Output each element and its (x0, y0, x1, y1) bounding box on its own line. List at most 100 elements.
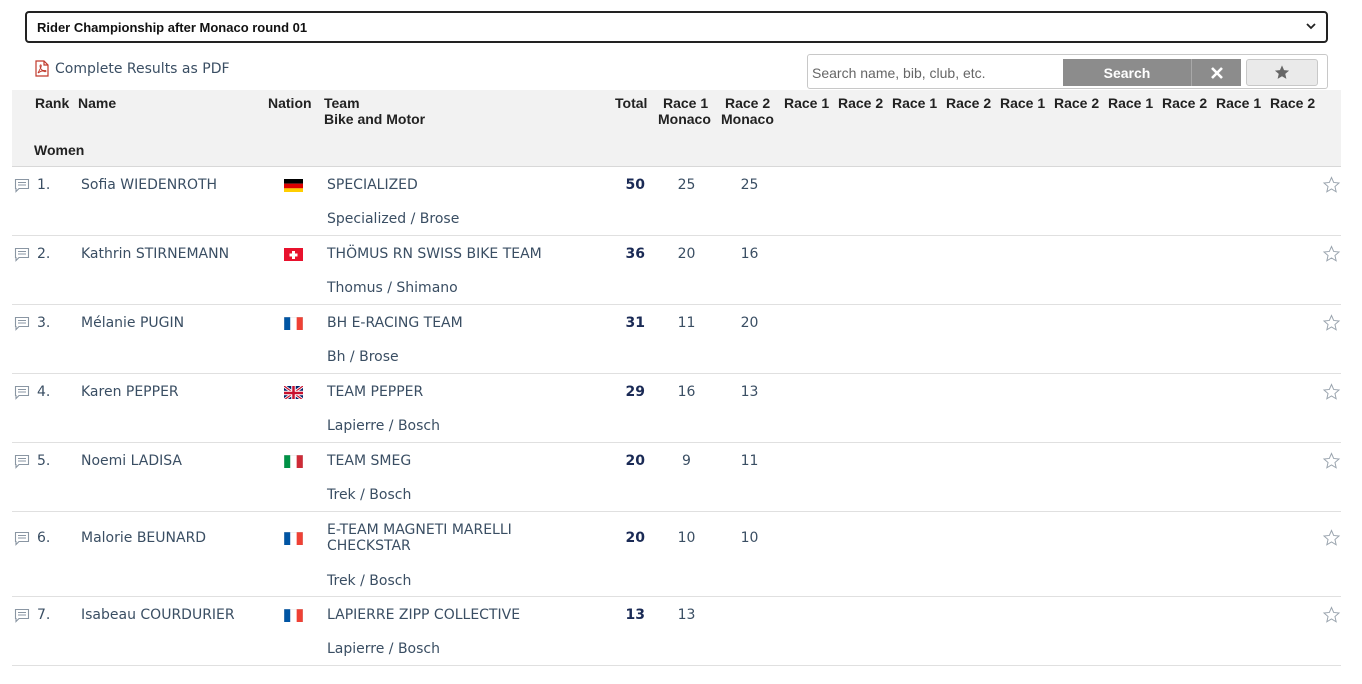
team-name-line: TEAM SMEG (327, 453, 412, 469)
favorite-button[interactable] (1322, 606, 1341, 628)
championship-select-value: Rider Championship after Monaco round 01 (37, 20, 308, 35)
race1-points: 16 (677, 384, 696, 400)
favorites-filter-button[interactable] (1246, 59, 1318, 86)
total-points: 13 (625, 607, 645, 623)
comment-button[interactable] (14, 247, 30, 266)
comment-button[interactable] (14, 531, 30, 550)
nation-flag-fra (284, 608, 303, 622)
star-outline-icon (1322, 176, 1341, 193)
total-points: 20 (625, 530, 645, 546)
rider-name[interactable]: Sofia WIEDENROTH (81, 177, 217, 193)
comment-button[interactable] (14, 454, 30, 473)
col-extra-race[interactable]: Race 1 (1216, 95, 1261, 111)
team-name: SPECIALIZED (327, 177, 418, 193)
table-row[interactable]: 4. Karen PEPPER TEAM PEPPER Lapierre / Bosc… (12, 374, 1341, 443)
star-outline-icon (1322, 245, 1341, 262)
comment-button[interactable] (14, 608, 30, 627)
comment-button[interactable] (14, 385, 30, 404)
total-points: 36 (625, 246, 645, 262)
rider-name[interactable]: Noemi LADISA (81, 453, 182, 469)
pdf-results-link[interactable]: Complete Results as PDF (34, 60, 230, 77)
nation-flag-sui (284, 247, 303, 261)
table-row[interactable]: 5. Noemi LADISA TEAM SMEG Trek / Bosch 20 9 11 (12, 443, 1341, 512)
race1-points: 10 (677, 530, 696, 546)
rank: 5. (37, 453, 51, 469)
col-bike: Bike and Motor (324, 111, 426, 127)
favorite-button[interactable] (1322, 176, 1341, 198)
star-outline-icon (1322, 383, 1341, 400)
team-name-line: THÖMUS RN SWISS BIKE TEAM (327, 246, 542, 262)
team-name-line: E-TEAM MAGNETI MARELLI (327, 522, 512, 538)
rider-name[interactable]: Kathrin STIRNEMANN (81, 246, 229, 262)
table-row[interactable]: 3. Mélanie PUGIN BH E-RACING TEAM Bh / Bros… (12, 305, 1341, 374)
clear-search-button[interactable] (1191, 59, 1241, 86)
table-row[interactable]: 2. Kathrin STIRNEMANN THÖMUS RN SWISS BIKE… (12, 236, 1341, 305)
col-race2-venue: Monaco (721, 111, 774, 127)
total-points: 50 (625, 177, 645, 193)
team-name: E-TEAM MAGNETI MARELLI CHECKSTAR (327, 522, 512, 554)
col-extra-race[interactable]: Race 1 (1000, 95, 1045, 111)
team-name-line: CHECKSTAR (327, 538, 411, 554)
table-row[interactable]: 7. Isabeau COURDURIER LAPIERRE ZIPP COLLEC… (12, 597, 1341, 666)
pdf-link-label: Complete Results as PDF (55, 60, 230, 77)
nation-flag-ger (284, 178, 303, 192)
rank: 6. (37, 530, 51, 546)
comment-icon (14, 316, 30, 331)
col-race1[interactable]: Race 1 (663, 95, 708, 111)
col-nation[interactable]: Nation (268, 95, 312, 111)
search-input[interactable] (812, 59, 1062, 86)
table-row[interactable]: 6. Malorie BEUNARD E-TEAM MAGNETI MARELLI C… (12, 512, 1341, 597)
col-extra-race[interactable]: Race 1 (1108, 95, 1153, 111)
col-extra-race[interactable]: Race 1 (892, 95, 937, 111)
nation-flag-ita (284, 454, 303, 468)
race2-points: 16 (740, 246, 759, 262)
championship-select[interactable]: Rider Championship after Monaco round 01 (25, 11, 1328, 43)
bike-and-motor: Trek / Bosch (327, 487, 412, 503)
favorite-button[interactable] (1322, 383, 1341, 405)
col-total[interactable]: Total (615, 95, 647, 111)
comment-button[interactable] (14, 316, 30, 335)
comment-icon (14, 385, 30, 400)
col-team[interactable]: Team (324, 95, 360, 111)
col-race2[interactable]: Race 2 (725, 95, 770, 111)
team-name-line: BH E-RACING TEAM (327, 315, 463, 331)
col-extra-race[interactable]: Race 2 (838, 95, 883, 111)
comment-icon (14, 178, 30, 193)
team-name-line: SPECIALIZED (327, 177, 418, 193)
pdf-file-icon (35, 60, 49, 77)
col-extra-race[interactable]: Race 2 (946, 95, 991, 111)
bike-and-motor: Lapierre / Bosch (327, 418, 440, 434)
favorite-button[interactable] (1322, 452, 1341, 474)
favorite-button[interactable] (1322, 245, 1341, 267)
rank: 1. (37, 177, 51, 193)
rider-name[interactable]: Mélanie PUGIN (81, 315, 184, 331)
total-points: 29 (625, 384, 645, 400)
team-name: TEAM PEPPER (327, 384, 423, 400)
search-bar: Search (807, 54, 1328, 89)
col-extra-race[interactable]: Race 2 (1162, 95, 1207, 111)
race2-points: 20 (740, 315, 759, 331)
comment-icon (14, 531, 30, 546)
close-icon (1210, 66, 1223, 79)
favorite-button[interactable] (1322, 314, 1341, 336)
col-extra-race[interactable]: Race 2 (1054, 95, 1099, 111)
group-label: Women (34, 142, 85, 158)
col-extra-race[interactable]: Race 2 (1270, 95, 1315, 111)
col-rank[interactable]: Rank (35, 95, 69, 111)
nation-flag-fra (284, 531, 303, 545)
comment-icon (14, 608, 30, 623)
col-name[interactable]: Name (78, 95, 116, 111)
table-row[interactable]: 1. Sofia WIEDENROTH SPECIALIZED Specialized… (12, 167, 1341, 236)
comment-button[interactable] (14, 178, 30, 197)
race2-points: 13 (740, 384, 759, 400)
race2-points: 11 (740, 453, 759, 469)
search-button[interactable]: Search (1063, 59, 1191, 86)
total-points: 31 (625, 315, 645, 331)
col-extra-race[interactable]: Race 1 (784, 95, 829, 111)
rider-name[interactable]: Isabeau COURDURIER (81, 607, 235, 623)
favorite-button[interactable] (1322, 529, 1341, 551)
rider-name[interactable]: Malorie BEUNARD (81, 530, 206, 546)
col-race1-venue: Monaco (658, 111, 711, 127)
star-icon (1274, 65, 1290, 79)
rider-name[interactable]: Karen PEPPER (81, 384, 179, 400)
